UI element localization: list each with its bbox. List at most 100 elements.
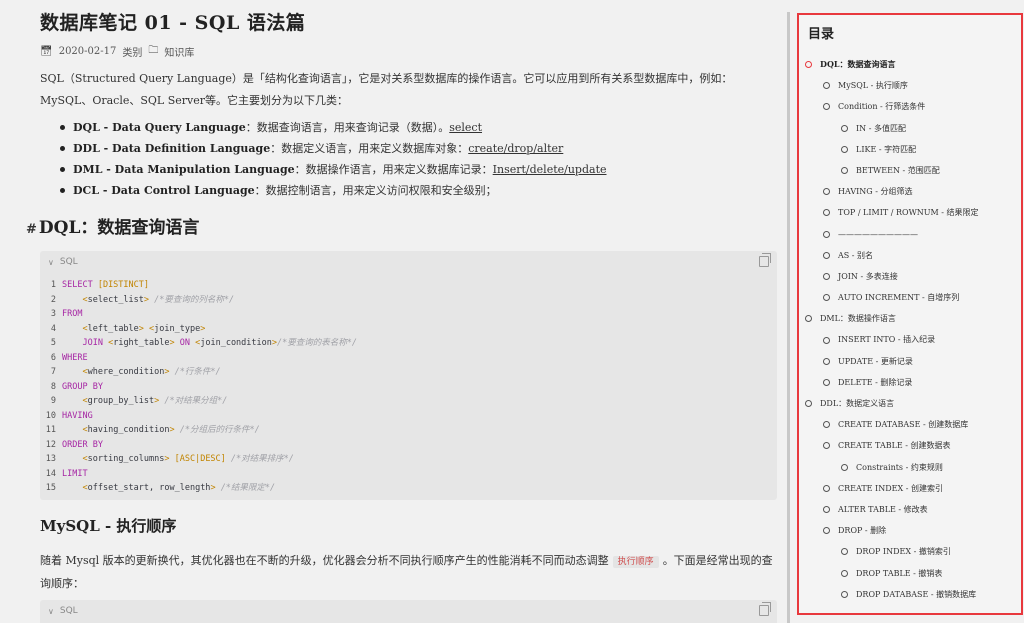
code-token: > < [138, 323, 155, 334]
toc-item[interactable]: CREATE DATABASE - 创建数据库 [799, 414, 1021, 435]
circle-icon [805, 315, 812, 323]
blog-page: 数据库笔记 01 - SQL 语法篇 📅︎ 2020-02-17 类别 🗀︎ 知… [0, 0, 1024, 623]
code-token: [DISTINCT] [97, 280, 150, 290]
toc-item[interactable]: HAVING - 分组筛选 [799, 181, 1021, 202]
circle-icon [823, 188, 830, 196]
sql-category-keywords: create/drop/alter [468, 142, 564, 155]
toc-item[interactable]: Constraints - 约束规则 [799, 457, 1021, 478]
toc-item[interactable]: DELETE - 删除记录 [799, 372, 1021, 393]
circle-icon [823, 357, 830, 365]
code-line: 10 HAVING [40, 409, 777, 424]
circle-icon [823, 421, 830, 429]
code-token: offset_start, row_length [87, 483, 211, 493]
table-of-contents: 目录 DQL：数据查询语言 MySQL - 执行顺序 Condition - 行筛选… [797, 13, 1023, 615]
list-item: DCL - Data Control Language：数据控制语言，用来定义访… [60, 180, 780, 201]
line-number: 15 [45, 483, 56, 493]
code-token: ORDER BY [62, 439, 103, 450]
code-block-header-2[interactable]: ∨ SQL [40, 600, 777, 622]
circle-icon [823, 82, 830, 90]
toc-item[interactable]: CREATE INDEX - 创建索引 [799, 478, 1021, 499]
list-item: DQL - Data Query Language：数据查询语言，用来查询记录（… [60, 117, 780, 138]
code-token: > [200, 323, 206, 334]
toc-item[interactable]: DROP TABLE - 撤销表 [799, 563, 1021, 584]
code-block-sql-2: ∨ SQL [40, 600, 777, 623]
toc-item[interactable]: IN - 多值匹配 [799, 118, 1021, 139]
code-token: right_table [113, 338, 170, 348]
sql-category-name: DQL - Data Query Language [73, 121, 246, 134]
bullet-dot [60, 187, 65, 193]
line-number: 3 [50, 309, 56, 319]
circle-icon [841, 145, 848, 153]
toc-item[interactable]: —————————— [799, 224, 1021, 245]
toc-item[interactable]: UPDATE - 更新记录 [799, 351, 1021, 372]
execution-order-paragraph: 随着 Mysql 版本的更新换代，其优化器也在不断的升级，优化器会分析不同执行顺… [40, 550, 780, 595]
toc-item-label: DROP TABLE - 撤销表 [856, 568, 943, 578]
code-line: 6 WHERE [40, 351, 777, 366]
toc-item[interactable]: DQL：数据查询语言 [799, 54, 1021, 75]
post-meta: 📅︎ 2020-02-17 类别 🗀︎ 知识库 [40, 43, 194, 60]
code-token: WHERE [62, 352, 88, 363]
code-token: > [ASC|DESC] [164, 454, 231, 464]
toc-item[interactable]: LIKE - 字符匹配 [799, 139, 1021, 160]
code-token: LIMIT [62, 468, 88, 479]
code-line: 13 <sorting_columns> [ASC|DESC] /*对结果排序*… [40, 452, 777, 467]
line-number: 5 [50, 338, 56, 348]
toc-item[interactable]: ALTER TABLE - 修改表 [799, 499, 1021, 520]
category-link[interactable]: 知识库 [164, 44, 194, 59]
code-token: > [143, 294, 155, 305]
toc-item[interactable]: JOIN - 多表连接 [799, 266, 1021, 287]
section-heading-dql: # DQL：数据查询语言 [26, 213, 199, 238]
copy-icon[interactable] [759, 602, 771, 616]
toc-item[interactable]: DROP DATABASE - 撤销数据库 [799, 584, 1021, 605]
calendar-icon: 📅︎ [40, 46, 53, 57]
toc-list: DQL：数据查询语言 MySQL - 执行顺序 Condition - 行筛选条件 I… [799, 54, 1021, 605]
toc-item[interactable]: AS - 别名 [799, 245, 1021, 266]
toc-item[interactable]: MySQL - 执行顺序 [799, 75, 1021, 96]
code-body: 1 SELECT [DISTINCT] 2 <select_list> /*要查询的… [40, 278, 777, 496]
toc-item[interactable]: DML：数据操作语言 [799, 308, 1021, 329]
toc-item[interactable]: INSERT INTO - 插入纪录 [799, 329, 1021, 350]
circle-icon [823, 251, 830, 259]
toc-item[interactable]: TOP / LIMIT / ROWNUM - 结果限定 [799, 202, 1021, 223]
heading-anchor[interactable]: # [26, 222, 37, 237]
scrollbar[interactable] [787, 12, 790, 623]
line-number: 13 [45, 454, 56, 464]
intro-paragraph: SQL（Structured Query Language）是「结构化查询语言」… [40, 72, 733, 107]
sql-category-desc: ：数据控制语言，用来定义访问权限和安全级别； [254, 184, 497, 197]
code-block-sql: ∨ SQL 1 SELECT [DISTINCT] 2 <select_list> … [40, 251, 777, 500]
code-token: SELECT [62, 280, 98, 290]
sql-category-keywords: Insert/delete/update [492, 163, 607, 176]
sql-category-name: DDL - Data Definition Language [73, 142, 271, 155]
toc-title: 目录 [808, 27, 835, 42]
toc-item-label: MySQL - 执行顺序 [838, 81, 908, 91]
code-token: /*分组后的行条件*/ [179, 425, 260, 435]
code-line: 8 GROUP BY [40, 380, 777, 395]
code-token: left_table [87, 323, 139, 334]
toc-item[interactable]: CREATE TABLE - 创建数据表 [799, 435, 1021, 456]
circle-icon [823, 442, 830, 450]
circle-icon [841, 463, 848, 471]
code-token: HAVING [62, 410, 93, 421]
code-token: > [169, 338, 180, 348]
toc-item[interactable]: Condition - 行筛选条件 [799, 96, 1021, 117]
code-block-header[interactable]: ∨ SQL [40, 251, 777, 273]
code-line: 9 <group_by_list> /*对结果分组*/ [40, 394, 777, 409]
toc-item[interactable]: BETWEEN - 范围匹配 [799, 160, 1021, 181]
code-line: 11 <having_condition> /*分组后的行条件*/ [40, 423, 777, 438]
toc-item[interactable]: AUTO INCREMENT - 自增序列 [799, 287, 1021, 308]
toc-item-label: Constraints - 约束规则 [856, 462, 943, 472]
line-number: 10 [45, 410, 56, 421]
toc-item-label: DROP INDEX - 撤销索引 [856, 547, 951, 557]
toc-item[interactable]: DROP INDEX - 撤销索引 [799, 541, 1021, 562]
toc-item[interactable]: DROP - 删除 [799, 520, 1021, 541]
circle-icon [823, 527, 830, 535]
toc-item[interactable]: DDL：数据定义语言 [799, 393, 1021, 414]
toc-item-label: DELETE - 删除记录 [838, 377, 913, 387]
line-number: 12 [45, 439, 56, 450]
copy-icon[interactable] [759, 253, 771, 267]
code-language: SQL [59, 606, 78, 616]
code-token: JOIN [82, 338, 109, 348]
circle-icon [823, 103, 830, 111]
